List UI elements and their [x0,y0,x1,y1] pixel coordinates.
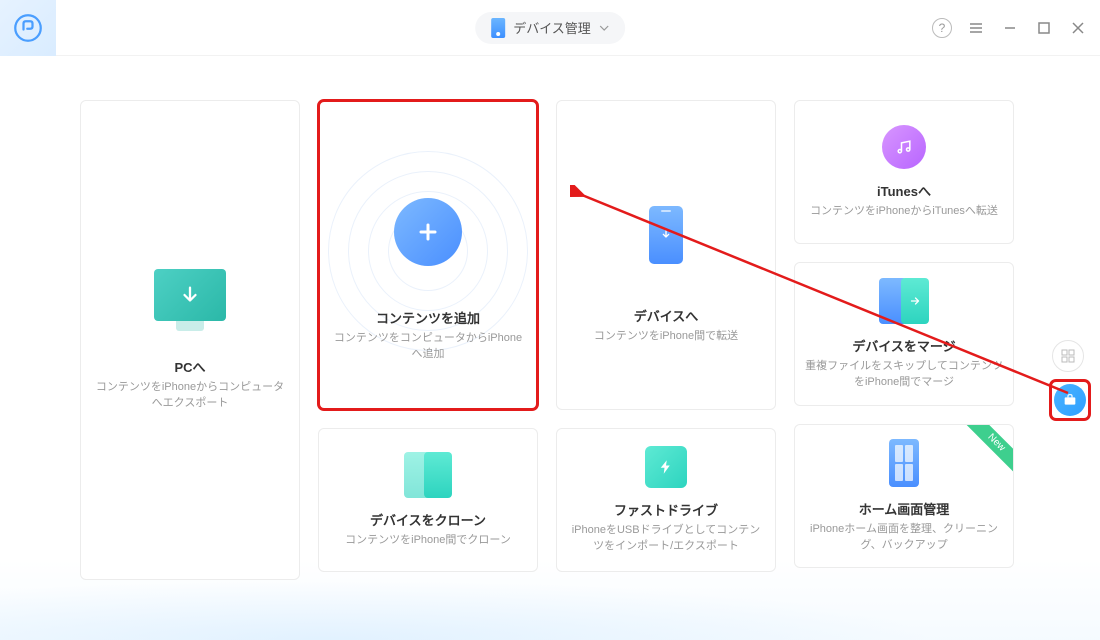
side-buttons [1052,340,1088,418]
help-button[interactable]: ? [932,18,952,38]
phone-download-icon [649,206,683,264]
device-dropdown[interactable]: デバイス管理 [475,12,625,44]
card-to-device[interactable]: デバイスへ コンテンツをiPhone間で転送 [556,100,776,410]
drive-icon [645,446,687,488]
card-desc: iPhoneホーム画面を整理、クリーニング、バックアップ [805,522,1003,553]
card-desc: コンテンツをiPhoneからコンピュータへエクスポート [91,380,289,411]
maximize-button[interactable] [1034,18,1054,38]
app-logo [0,0,56,56]
monitor-icon [154,269,226,321]
card-desc: コンテンツをiPhone間で転送 [594,329,738,344]
card-desc: iPhoneをUSBドライブとしてコンテンツをインポート/エクスポート [567,523,765,554]
card-title: PCへ [174,357,205,376]
dropdown-label: デバイス管理 [513,18,591,37]
itunes-icon [882,125,926,169]
card-title: デバイスへ [634,306,699,325]
grid-view-button[interactable] [1052,340,1084,372]
titlebar: デバイス管理 ? [0,0,1100,56]
menu-button[interactable] [966,18,986,38]
card-title: iTunesへ [877,181,931,200]
phone-icon [491,18,505,38]
card-fast-drive[interactable]: ファストドライブ iPhoneをUSBドライブとしてコンテンツをインポート/エク… [556,428,776,572]
chevron-down-icon [599,25,609,31]
card-desc: コンテンツをiPhoneからiTunesへ転送 [810,204,998,219]
card-title: デバイスをマージ [852,336,955,355]
card-to-itunes[interactable]: iTunesへ コンテンツをiPhoneからiTunesへ転送 [794,100,1014,244]
card-desc: コンテンツをコンピュータからiPhoneへ追加 [329,331,527,362]
card-title: ホーム画面管理 [859,499,950,518]
card-to-pc[interactable]: PCへ コンテンツをiPhoneからコンピュータへエクスポート [80,100,300,580]
card-desc: コンテンツをiPhone間でクローン [345,533,511,548]
card-home-screen[interactable]: New ホーム画面管理 iPhoneホーム画面を整理、クリーニング、バックアップ [794,424,1014,568]
window-controls: ? [932,18,1088,38]
toolbox-button[interactable] [1054,384,1086,416]
main-content: PCへ コンテンツをiPhoneからコンピュータへエクスポート コンテンツを追加… [0,56,1100,600]
merge-icon [879,278,929,324]
toolbox-button-highlight [1052,382,1088,418]
card-add-content[interactable]: コンテンツを追加 コンテンツをコンピュータからiPhoneへ追加 [318,100,538,410]
card-desc: 重複ファイルをスキップしてコンテンツをiPhone間でマージ [805,359,1003,390]
card-title: デバイスをクローン [370,510,486,529]
card-title: ファストドライブ [614,500,718,519]
home-screen-icon [889,439,919,487]
card-title: コンテンツを追加 [376,308,480,327]
new-ribbon: New [963,425,1013,475]
clone-icon [404,452,452,498]
card-merge[interactable]: デバイスをマージ 重複ファイルをスキップしてコンテンツをiPhone間でマージ [794,262,1014,406]
plus-icon [394,198,462,266]
card-clone[interactable]: デバイスをクローン コンテンツをiPhone間でクローン [318,428,538,572]
close-button[interactable] [1068,18,1088,38]
minimize-button[interactable] [1000,18,1020,38]
